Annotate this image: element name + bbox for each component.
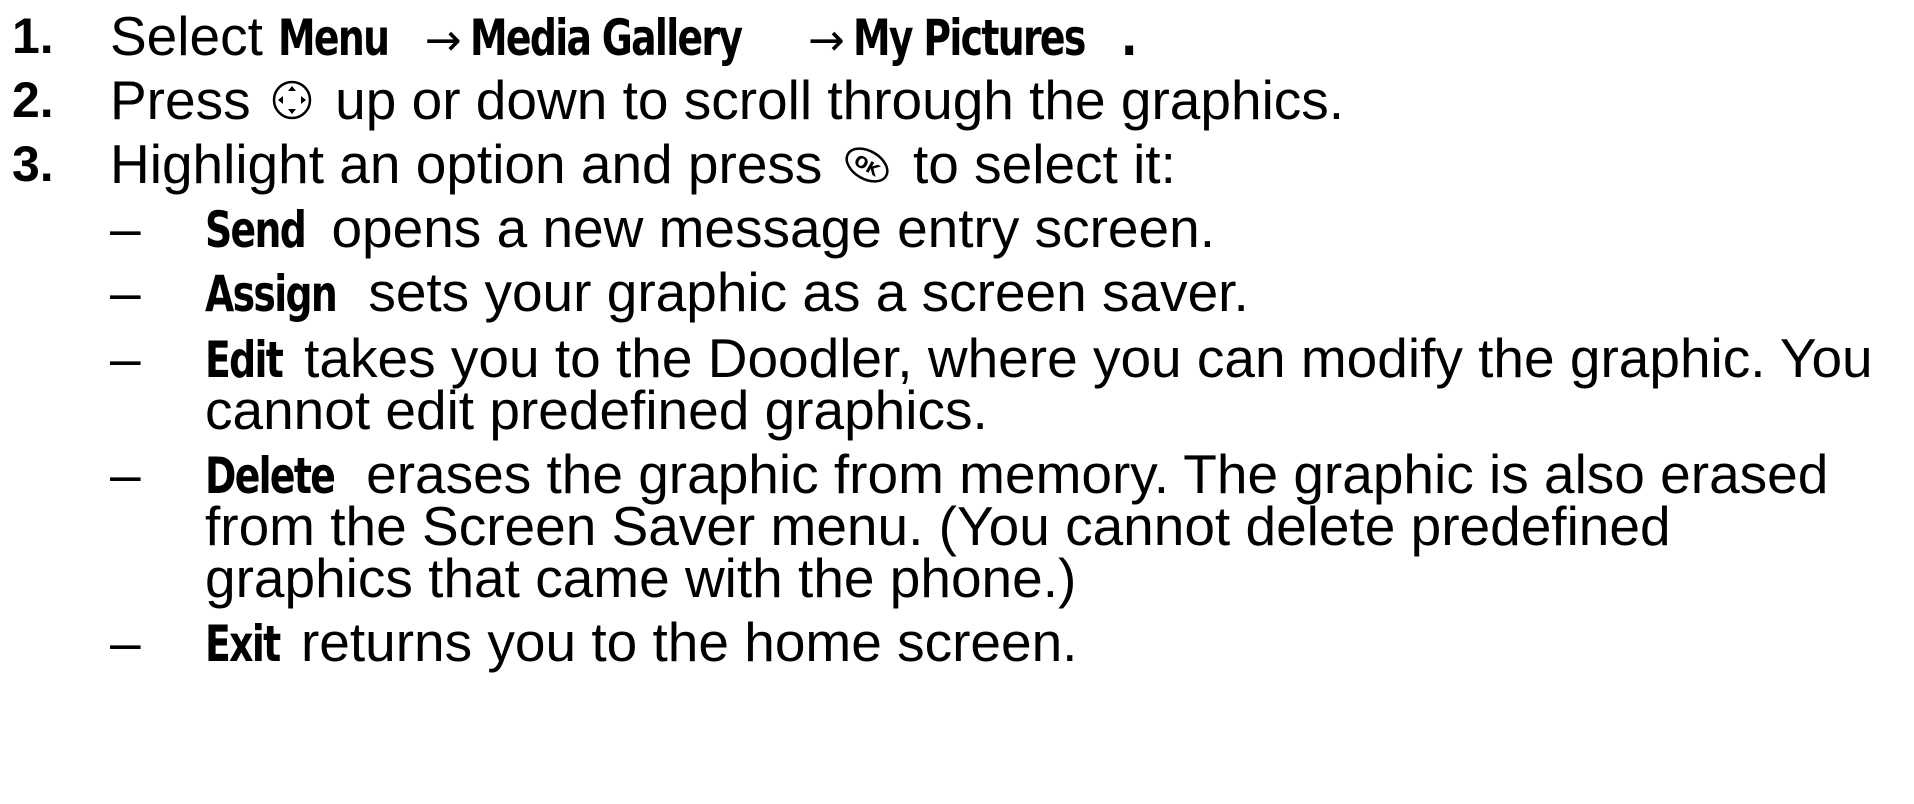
my-pictures-keyword: My Pictures	[852, 9, 1086, 67]
menu-keyword: Menu	[278, 9, 390, 67]
bullet-dash: –	[110, 197, 141, 259]
option-line: returns you to the home screen.	[300, 611, 1078, 673]
option-line: opens a new message entry screen.	[331, 197, 1215, 259]
arrow-right-icon: →	[807, 15, 845, 66]
media-gallery-keyword: Media Gallery	[469, 9, 743, 67]
option-line: sets your graphic as a screen saver.	[368, 261, 1249, 323]
step-2-after-text: up or down to scroll through the graphic…	[335, 69, 1345, 131]
navigation-key-icon	[270, 72, 314, 136]
bullet-dash: –	[110, 443, 141, 505]
exit-keyword: Exit	[205, 615, 281, 673]
step-number: 2.	[12, 72, 54, 128]
bullet-dash: –	[110, 611, 141, 673]
step-text: Select Menu → Media Gallery → My Pictures.	[110, 4, 1138, 73]
step-3-after-text: to select it:	[912, 133, 1176, 195]
step-2-press-text: Press	[110, 69, 251, 131]
step-number: 1.	[12, 8, 54, 64]
bullet-dash: –	[110, 261, 141, 323]
step-text: Press up or down to scroll through the g…	[110, 68, 1344, 136]
step-1-period: .	[1120, 9, 1138, 67]
arrow-right-icon: →	[424, 15, 462, 66]
option-line: graphics that came with the phone.)	[205, 547, 1077, 609]
option-description: Assign sets your graphic as a screen sav…	[205, 260, 1249, 326]
option-description: Send opens a new message entry screen.	[205, 196, 1215, 262]
option-description: Exit returns you to the home screen.	[205, 610, 1077, 676]
option-line: cannot edit predefined graphics.	[205, 379, 988, 441]
ok-key-icon: OK	[842, 136, 892, 200]
step-text: Highlight an option and press OK to sele…	[110, 132, 1176, 200]
step-1-select-text: Select	[110, 5, 263, 67]
step-3-before-text: Highlight an option and press	[110, 133, 823, 195]
assign-keyword: Assign	[205, 265, 338, 323]
step-number: 3.	[12, 136, 54, 192]
send-keyword: Send	[205, 201, 307, 259]
bullet-dash: –	[110, 327, 141, 389]
